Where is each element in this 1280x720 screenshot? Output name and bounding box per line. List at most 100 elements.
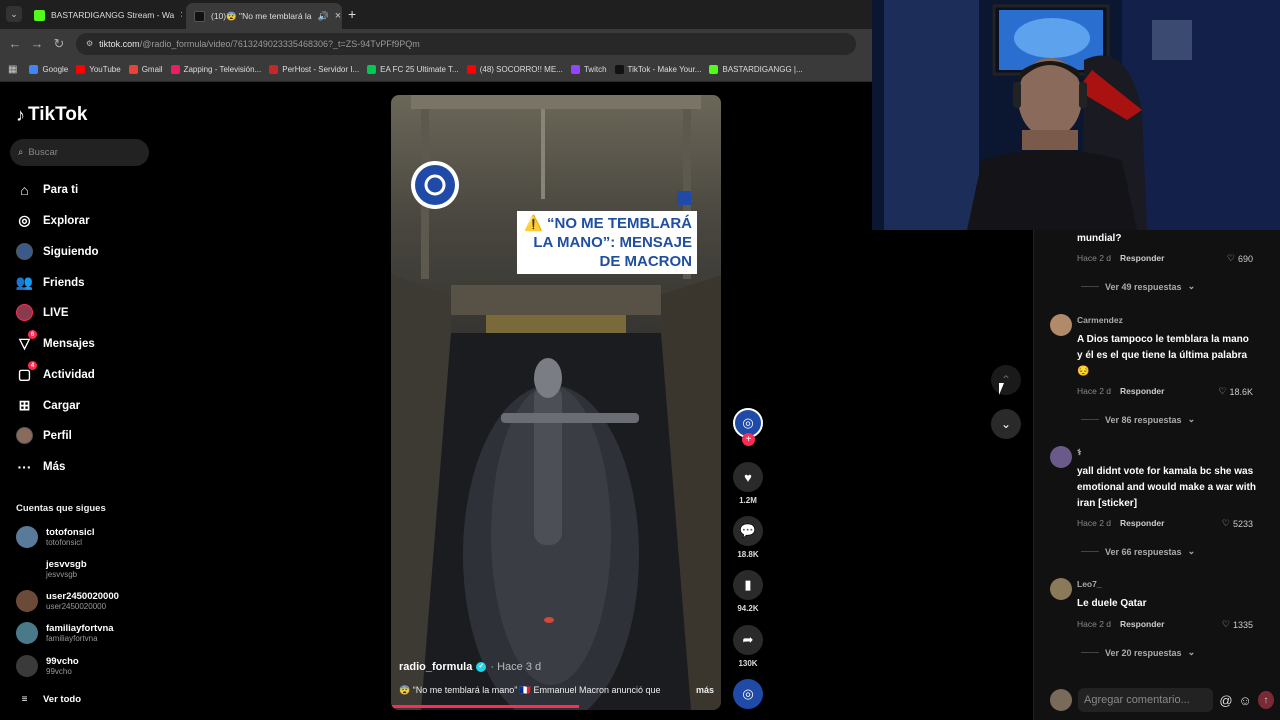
music-disc-button[interactable]: ◎ xyxy=(733,679,763,709)
home-icon: ⌂ xyxy=(20,181,29,198)
new-tab-button[interactable]: + xyxy=(348,6,356,22)
followed-account[interactable]: familiayfortvna familiayfortvna xyxy=(16,622,114,644)
comment-like-button[interactable]: ♡ 18.6K xyxy=(1218,386,1253,397)
tab-search-button[interactable]: ⌄ xyxy=(6,6,22,22)
next-video-button[interactable]: ⌄ xyxy=(991,409,1021,439)
comment-like-button[interactable]: ♡ 690 xyxy=(1227,253,1253,264)
emoji-icon[interactable]: ☺ xyxy=(1239,693,1252,708)
nav-item-upload[interactable]: ⊞ Cargar xyxy=(16,397,80,414)
commenter-name[interactable]: Carmendez xyxy=(1077,315,1123,325)
nav-item-home[interactable]: ⌂ Para ti xyxy=(16,181,78,198)
comment-like-button[interactable]: ♡ 1335 xyxy=(1222,619,1253,630)
followed-account[interactable]: jesvvsgb jesvvsgb xyxy=(16,558,87,580)
bookmarks-bar: ▦ Google YouTube Gmail Zapping - Televisión… xyxy=(0,58,872,82)
bookmark-favicon-icon xyxy=(570,65,580,74)
site-info-icon[interactable]: ⚙ xyxy=(86,39,93,48)
share-button[interactable]: ➦ 130K xyxy=(733,625,763,668)
nav-item-profile[interactable]: Perfil xyxy=(16,427,72,444)
bookmark-item[interactable]: Google xyxy=(29,65,68,74)
bookmark-item[interactable]: YouTube xyxy=(76,65,121,74)
chevron-down-icon: ⌄ xyxy=(1187,647,1196,657)
commenter-avatar[interactable] xyxy=(1050,578,1072,600)
account-avatar xyxy=(16,590,38,612)
nav-item-friends[interactable]: 👥 Friends xyxy=(16,274,85,291)
reply-button[interactable]: Responder xyxy=(1120,253,1164,263)
browser-tab-tiktok[interactable]: (10)😨 "No me temblará la 🔊 × xyxy=(186,3,342,29)
bookmark-item[interactable]: (48) SOCORRO!! ME... xyxy=(466,65,563,74)
reply-button[interactable]: Responder xyxy=(1120,518,1164,528)
comment-text: Le duele Qatar xyxy=(1077,598,1147,609)
bookmark-item[interactable]: Gmail xyxy=(128,65,163,74)
commenter-avatar[interactable] xyxy=(1050,314,1072,336)
nav-label: Friends xyxy=(43,276,85,289)
forward-arrow-icon[interactable]: → xyxy=(26,36,48,51)
bookmark-label: Gmail xyxy=(141,65,163,74)
nav-label: Siguiendo xyxy=(43,245,99,258)
reply-button[interactable]: Responder xyxy=(1120,386,1164,396)
speaker-icon[interactable]: 🔊 xyxy=(318,11,329,22)
see-all-link[interactable]: ≡ Ver todo xyxy=(16,691,81,708)
url-field[interactable]: ⚙ tiktok.com/@radio_formula/video/761324… xyxy=(76,32,856,55)
streamer-webcam xyxy=(872,0,1280,230)
tiktok-favicon-icon xyxy=(194,10,205,22)
bookmark-label: PerHost - Servidor I... xyxy=(282,65,360,74)
followed-account[interactable]: user2450020000 user2450020000 xyxy=(16,590,119,612)
address-bar-row: ← → ↻ ⚙ tiktok.com/@radio_formula/video/… xyxy=(0,29,872,58)
nav-item-following[interactable]: Siguiendo xyxy=(16,243,99,260)
comment-like-count: 18.6K xyxy=(1229,386,1253,397)
browser-tab-stream[interactable]: BASTARDIGANGG Stream - Wa × xyxy=(26,3,182,27)
bookmark-item[interactable]: EA FC 25 Ultimate T... xyxy=(367,65,459,74)
bookmark-item[interactable]: PerHost - Servidor I... xyxy=(269,65,359,74)
close-tab-icon[interactable]: × xyxy=(180,9,182,21)
view-replies-button[interactable]: Ver 86 respuestas ⌄ xyxy=(1081,414,1195,425)
nav-item-compass[interactable]: ◎ Explorar xyxy=(16,212,89,229)
view-replies-button[interactable]: Ver 49 respuestas ⌄ xyxy=(1081,281,1195,292)
video-progress-bar[interactable] xyxy=(391,705,580,708)
replies-label: Ver 49 respuestas xyxy=(1105,281,1182,292)
close-tab-icon[interactable]: × xyxy=(335,10,341,22)
save-button[interactable]: ▮ 94.2K xyxy=(733,570,763,613)
creator-avatar-button[interactable]: ◎ + xyxy=(733,408,763,446)
comment-like-count: 5233 xyxy=(1232,518,1253,529)
commenter-avatar[interactable] xyxy=(1050,446,1072,468)
comment-button[interactable]: 💬 18.8K xyxy=(733,516,763,559)
view-replies-button[interactable]: Ver 66 respuestas ⌄ xyxy=(1081,546,1195,557)
comment-icon: 💬 xyxy=(733,516,763,546)
bookmark-label: (48) SOCORRO!! ME... xyxy=(479,65,563,74)
reply-button[interactable]: Responder xyxy=(1120,619,1164,629)
back-arrow-icon[interactable]: ← xyxy=(4,36,26,51)
comment-like-button[interactable]: ♡ 5233 xyxy=(1222,518,1253,529)
following-section-title: Cuentas que sigues xyxy=(16,503,106,514)
mention-icon[interactable]: @ xyxy=(1219,693,1232,708)
apps-grid-icon[interactable]: ▦ xyxy=(8,64,17,75)
nav-item-activity[interactable]: ▢ 4 Actividad xyxy=(16,361,95,383)
comment-input[interactable]: Agregar comentario... xyxy=(1078,688,1214,712)
commenter-name[interactable]: ⚕ xyxy=(1077,447,1082,458)
send-button[interactable]: ↑ xyxy=(1257,691,1274,709)
bookmark-item[interactable]: BASTARDIGANGG |... xyxy=(709,65,803,74)
bookmark-item[interactable]: TikTok - Make Your... xyxy=(614,65,701,74)
follow-plus-icon[interactable]: + xyxy=(742,433,755,446)
tiktok-logo[interactable]: ♪ TikTok xyxy=(16,104,87,126)
channel-name[interactable]: radio_formula xyxy=(399,661,472,673)
notification-badge: 4 xyxy=(28,361,37,370)
view-replies-button[interactable]: Ver 20 respuestas ⌄ xyxy=(1081,647,1195,658)
followed-account[interactable]: totofonsicl totofonsicl xyxy=(16,526,95,548)
video-player[interactable]: ⚠️ “NO ME TEMBLARÁ LA MANO”: MENSAJE DE … xyxy=(391,95,721,710)
nav-item-live[interactable]: LIVE xyxy=(16,304,69,321)
previous-video-button[interactable]: ⌃ xyxy=(991,365,1021,395)
bookmark-favicon-icon xyxy=(128,65,138,74)
heart-outline-icon: ♡ xyxy=(1218,386,1227,396)
followed-account[interactable]: 99vcho 99vcho xyxy=(16,655,79,677)
like-button[interactable]: ♥ 1.2M xyxy=(733,462,763,505)
description-text: 😨 “No me temblará la mano” 🇫🇷 Emmanuel M… xyxy=(399,685,661,695)
search-input[interactable]: ⌕ Buscar xyxy=(10,139,149,166)
nav-item-messages[interactable]: ▽ 6 Mensajes xyxy=(16,330,95,352)
more-link[interactable]: más xyxy=(696,685,714,695)
nav-item-more[interactable]: ··· Más xyxy=(16,458,66,475)
bookmark-item[interactable]: Twitch xyxy=(570,65,607,74)
nav-label: LIVE xyxy=(43,306,69,319)
bookmark-item[interactable]: Zapping - Televisión... xyxy=(170,65,261,74)
reload-icon[interactable]: ↻ xyxy=(48,36,70,52)
commenter-name[interactable]: Leo7_ xyxy=(1077,579,1102,589)
